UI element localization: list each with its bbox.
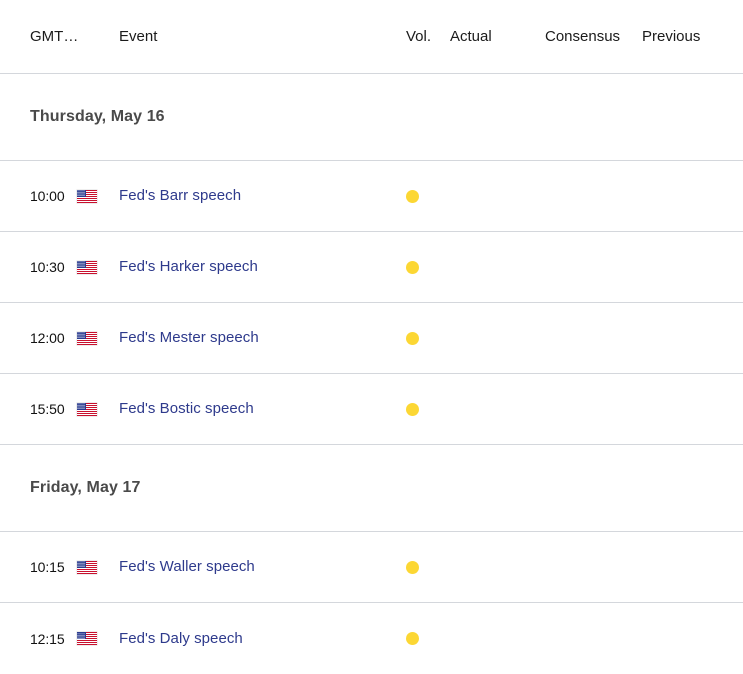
us-flag-icon bbox=[76, 632, 97, 645]
column-header-consensus[interactable]: Consensus bbox=[545, 28, 642, 45]
calendar-column-header: GMT… Event Vol. Actual Consensus Previou… bbox=[0, 0, 743, 74]
medium-volatility-icon bbox=[406, 560, 419, 574]
flag-stars bbox=[77, 261, 86, 267]
calendar-event-row[interactable]: 15:50 Fed's Bostic speech bbox=[0, 374, 743, 445]
event-time: 15:50 bbox=[30, 401, 65, 417]
column-header-actual[interactable]: Actual bbox=[450, 28, 545, 45]
medium-volatility-icon bbox=[406, 189, 419, 203]
column-header-event[interactable]: Event bbox=[119, 28, 406, 45]
event-volatility-cell bbox=[406, 189, 450, 203]
day-header-label: Friday, May 17 bbox=[30, 479, 141, 496]
event-name-link[interactable]: Fed's Barr speech bbox=[119, 187, 241, 204]
medium-volatility-icon bbox=[406, 402, 419, 416]
calendar-day-header: Friday, May 17 bbox=[0, 445, 743, 532]
column-header-time[interactable]: GMT… bbox=[0, 28, 119, 45]
event-name-cell: Fed's Daly speech bbox=[119, 630, 406, 648]
event-time-cell: 12:15 bbox=[0, 631, 119, 647]
us-flag-icon bbox=[76, 560, 97, 574]
event-time: 10:30 bbox=[30, 259, 65, 275]
calendar-day-header: Thursday, May 16 bbox=[0, 74, 743, 161]
calendar-event-row[interactable]: 10:15 Fed's Waller speech bbox=[0, 532, 743, 603]
event-name-cell: Fed's Harker speech bbox=[119, 258, 406, 276]
event-time-cell: 10:00 bbox=[0, 188, 119, 204]
flag-stars bbox=[77, 332, 86, 338]
event-time-cell: 10:30 bbox=[0, 259, 119, 275]
event-time-cell: 12:00 bbox=[0, 330, 119, 346]
calendar-event-row[interactable]: 10:30 Fed's Harker speech bbox=[0, 232, 743, 303]
us-flag-icon bbox=[76, 331, 97, 345]
event-time-cell: 10:15 bbox=[0, 559, 119, 575]
calendar-event-row[interactable]: 10:00 Fed's Barr speech bbox=[0, 161, 743, 232]
event-volatility-cell bbox=[406, 260, 450, 274]
medium-volatility-icon bbox=[406, 632, 419, 645]
medium-volatility-icon bbox=[406, 331, 419, 345]
event-name-link[interactable]: Fed's Harker speech bbox=[119, 258, 258, 275]
event-name-cell: Fed's Barr speech bbox=[119, 187, 406, 205]
event-time: 10:00 bbox=[30, 188, 65, 204]
event-name-cell: Fed's Bostic speech bbox=[119, 400, 406, 418]
us-flag-icon bbox=[76, 402, 97, 416]
flag-stars bbox=[77, 561, 86, 567]
flag-stars bbox=[77, 403, 86, 409]
us-flag-icon bbox=[76, 189, 97, 203]
economic-calendar: GMT… Event Vol. Actual Consensus Previou… bbox=[0, 0, 743, 674]
event-name-link[interactable]: Fed's Bostic speech bbox=[119, 400, 254, 417]
event-time: 10:15 bbox=[30, 559, 65, 575]
event-time-cell: 15:50 bbox=[0, 401, 119, 417]
us-flag-icon bbox=[76, 260, 97, 274]
event-volatility-cell bbox=[406, 331, 450, 345]
event-time: 12:15 bbox=[30, 630, 65, 647]
event-name-link[interactable]: Fed's Mester speech bbox=[119, 329, 259, 346]
day-header-label: Thursday, May 16 bbox=[30, 108, 165, 125]
medium-volatility-icon bbox=[406, 260, 419, 274]
column-header-volatility[interactable]: Vol. bbox=[406, 28, 450, 45]
calendar-event-row[interactable]: 12:00 Fed's Mester speech bbox=[0, 303, 743, 374]
column-header-previous[interactable]: Previous bbox=[642, 28, 743, 45]
event-time: 12:00 bbox=[30, 330, 65, 346]
flag-stars bbox=[77, 190, 86, 196]
event-volatility-cell bbox=[406, 632, 450, 645]
event-name-link[interactable]: Fed's Daly speech bbox=[119, 630, 243, 647]
event-name-cell: Fed's Mester speech bbox=[119, 329, 406, 347]
calendar-event-row[interactable]: 12:15 Fed's Daly speech bbox=[0, 603, 743, 674]
event-volatility-cell bbox=[406, 402, 450, 416]
event-volatility-cell bbox=[406, 560, 450, 574]
event-name-cell: Fed's Waller speech bbox=[119, 558, 406, 576]
flag-stars bbox=[77, 632, 86, 639]
calendar-body: Thursday, May 16 10:00 Fed's Barr speech 10… bbox=[0, 74, 743, 674]
event-name-link[interactable]: Fed's Waller speech bbox=[119, 558, 255, 575]
